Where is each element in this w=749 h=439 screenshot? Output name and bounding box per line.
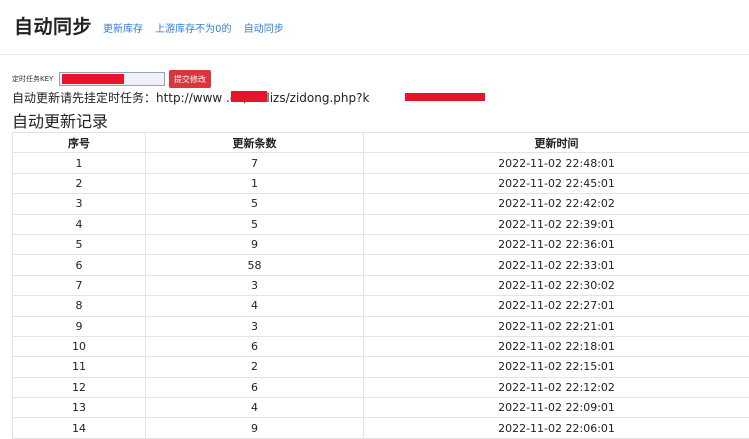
nav-link-update-stock[interactable]: 更新库存 xyxy=(103,24,143,35)
cell-index: 4 xyxy=(13,214,146,234)
nav-link-auto-sync[interactable]: 自动同步 xyxy=(244,24,284,35)
cell-time: 2022-11-02 22:33:01 xyxy=(364,255,749,275)
table-row: 452022-11-02 22:39:01 xyxy=(13,214,749,234)
cell-count: 9 xyxy=(146,418,364,438)
cell-index: 13 xyxy=(13,398,146,418)
header-nav: 更新库存 上游库存不为0的 自动同步 xyxy=(103,20,293,35)
cell-count: 3 xyxy=(146,275,364,295)
cell-time: 2022-11-02 22:18:01 xyxy=(364,336,749,356)
cell-index: 11 xyxy=(13,357,146,377)
cell-count: 6 xyxy=(146,377,364,397)
table-row: 592022-11-02 22:36:01 xyxy=(13,234,749,254)
cell-index: 1 xyxy=(13,153,146,173)
cell-index: 3 xyxy=(13,194,146,214)
section-title: 自动更新记录 xyxy=(12,108,108,132)
cell-count: 7 xyxy=(146,153,364,173)
key-label: 定时任务KEY xyxy=(12,74,59,84)
cell-time: 2022-11-02 22:45:01 xyxy=(364,173,749,193)
cell-count: 58 xyxy=(146,255,364,275)
cell-index: 7 xyxy=(13,275,146,295)
cell-time: 2022-11-02 22:48:01 xyxy=(364,153,749,173)
cell-count: 5 xyxy=(146,214,364,234)
table-body: 172022-11-02 22:48:01212022-11-02 22:45:… xyxy=(13,153,749,438)
cell-time: 2022-11-02 22:21:01 xyxy=(364,316,749,336)
cell-index: 6 xyxy=(13,255,146,275)
cell-time: 2022-11-02 22:36:01 xyxy=(364,234,749,254)
cell-time: 2022-11-02 22:06:01 xyxy=(364,418,749,438)
table-row: 1492022-11-02 22:06:01 xyxy=(13,418,749,438)
cell-count: 4 xyxy=(146,296,364,316)
cell-time: 2022-11-02 22:30:02 xyxy=(364,275,749,295)
cell-index: 2 xyxy=(13,173,146,193)
table-row: 172022-11-02 22:48:01 xyxy=(13,153,749,173)
table-row: 932022-11-02 22:21:01 xyxy=(13,316,749,336)
cell-index: 5 xyxy=(13,234,146,254)
page-header: 自动同步 更新库存 上游库存不为0的 自动同步 xyxy=(0,0,749,55)
cell-count: 2 xyxy=(146,357,364,377)
records-table: 序号 更新条数 更新时间 172022-11-02 22:48:01212022… xyxy=(12,132,749,439)
redaction-mark xyxy=(231,91,267,102)
table-row: 212022-11-02 22:45:01 xyxy=(13,173,749,193)
table-header-row: 序号 更新条数 更新时间 xyxy=(13,133,749,153)
redaction-mark xyxy=(62,74,124,84)
cell-index: 8 xyxy=(13,296,146,316)
table-row: 352022-11-02 22:42:02 xyxy=(13,194,749,214)
cron-hint-text: 自动更新请先挂定时任务：http://www .cn/dailizs/zidon… xyxy=(12,89,369,106)
column-header-count: 更新条数 xyxy=(146,133,364,153)
page-title: 自动同步 xyxy=(14,12,92,39)
cell-count: 1 xyxy=(146,173,364,193)
cell-time: 2022-11-02 22:09:01 xyxy=(364,398,749,418)
cell-time: 2022-11-02 22:12:02 xyxy=(364,377,749,397)
table-row: 842022-11-02 22:27:01 xyxy=(13,296,749,316)
table-row: 1342022-11-02 22:09:01 xyxy=(13,398,749,418)
table-row: 1122022-11-02 22:15:01 xyxy=(13,357,749,377)
cell-index: 14 xyxy=(13,418,146,438)
cell-count: 5 xyxy=(146,194,364,214)
table-row: 732022-11-02 22:30:02 xyxy=(13,275,749,295)
cell-index: 9 xyxy=(13,316,146,336)
table-row: 1062022-11-02 22:18:01 xyxy=(13,336,749,356)
cell-count: 3 xyxy=(146,316,364,336)
cell-index: 12 xyxy=(13,377,146,397)
cell-count: 4 xyxy=(146,398,364,418)
table-row: 6582022-11-02 22:33:01 xyxy=(13,255,749,275)
submit-button[interactable]: 提交修改 xyxy=(169,70,211,88)
key-form: 定时任务KEY 提交修改 xyxy=(12,70,211,88)
nav-link-upstream-stock-nonzero[interactable]: 上游库存不为0的 xyxy=(155,24,231,35)
table-row: 1262022-11-02 22:12:02 xyxy=(13,377,749,397)
cell-count: 6 xyxy=(146,336,364,356)
cell-time: 2022-11-02 22:27:01 xyxy=(364,296,749,316)
redaction-mark xyxy=(405,93,485,101)
cell-time: 2022-11-02 22:42:02 xyxy=(364,194,749,214)
cell-index: 10 xyxy=(13,336,146,356)
cell-time: 2022-11-02 22:39:01 xyxy=(364,214,749,234)
column-header-index: 序号 xyxy=(13,133,146,153)
cell-count: 9 xyxy=(146,234,364,254)
cell-time: 2022-11-02 22:15:01 xyxy=(364,357,749,377)
column-header-time: 更新时间 xyxy=(364,133,749,153)
